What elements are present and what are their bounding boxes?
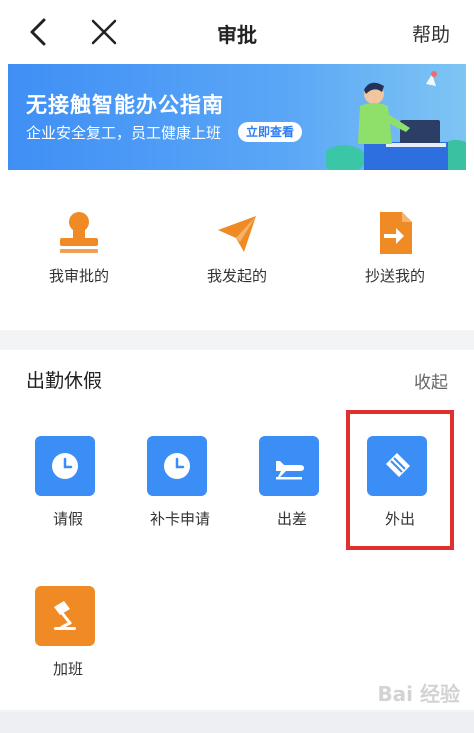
watermark: Bai 经验 [377,682,460,706]
punch-correction-label: 补卡申请 [149,510,210,528]
cc-to-me-link[interactable]: 抄送我的 [316,174,474,330]
punch-icon-box [147,436,207,496]
my-approvals-label: 我审批的 [48,267,109,285]
help-button[interactable]: 帮助 [412,20,450,47]
page-title: 审批 [217,23,257,47]
trip-icon-box [259,436,319,496]
banner-view-button[interactable]: 立即查看 [238,122,303,142]
my-initiated-link[interactable]: 我发起的 [158,174,316,330]
business-trip-tile[interactable]: 出差 [236,400,348,550]
my-initiated-label: 我发起的 [206,267,267,285]
collapse-button[interactable]: 收起 [414,368,448,393]
desk-lamp-icon [54,601,76,630]
document-forward-icon [380,212,412,254]
office-worker-illustration-icon [326,71,466,170]
leave-request-tile[interactable]: 请假 [12,400,124,550]
leave-icon-box [35,436,95,496]
promo-banner[interactable]: 无接触智能办公指南 企业安全复工，员工健康上班 立即查看 [8,64,466,170]
clock-icon [52,453,78,479]
airplane-icon [276,461,304,480]
quick-links-section: 我审批的 我发起的 抄送我的 [0,174,474,330]
banner-subtitle: 企业安全复工，员工健康上班 [26,124,222,142]
navigation-bar: 审批 帮助 [0,0,474,64]
stamp-icon [60,212,98,253]
business-trip-label: 出差 [276,510,307,528]
bottom-strip [0,712,474,733]
banner-title: 无接触智能办公指南 [26,93,224,117]
highlight-box [346,410,454,550]
punch-correction-tile[interactable]: 补卡申请 [124,400,236,550]
overtime-tile[interactable]: 加班 [12,550,124,700]
my-approvals-link[interactable]: 我审批的 [0,174,158,330]
section-title: 出勤休假 [26,370,103,392]
paper-plane-icon [218,216,256,252]
banner-container: 无接触智能办公指南 企业安全复工，员工健康上班 立即查看 [0,64,474,174]
leave-request-label: 请假 [52,510,83,528]
cc-to-me-label: 抄送我的 [364,267,425,285]
overtime-label: 加班 [52,660,83,678]
overtime-icon-box [35,586,95,646]
clock-icon [164,453,190,479]
